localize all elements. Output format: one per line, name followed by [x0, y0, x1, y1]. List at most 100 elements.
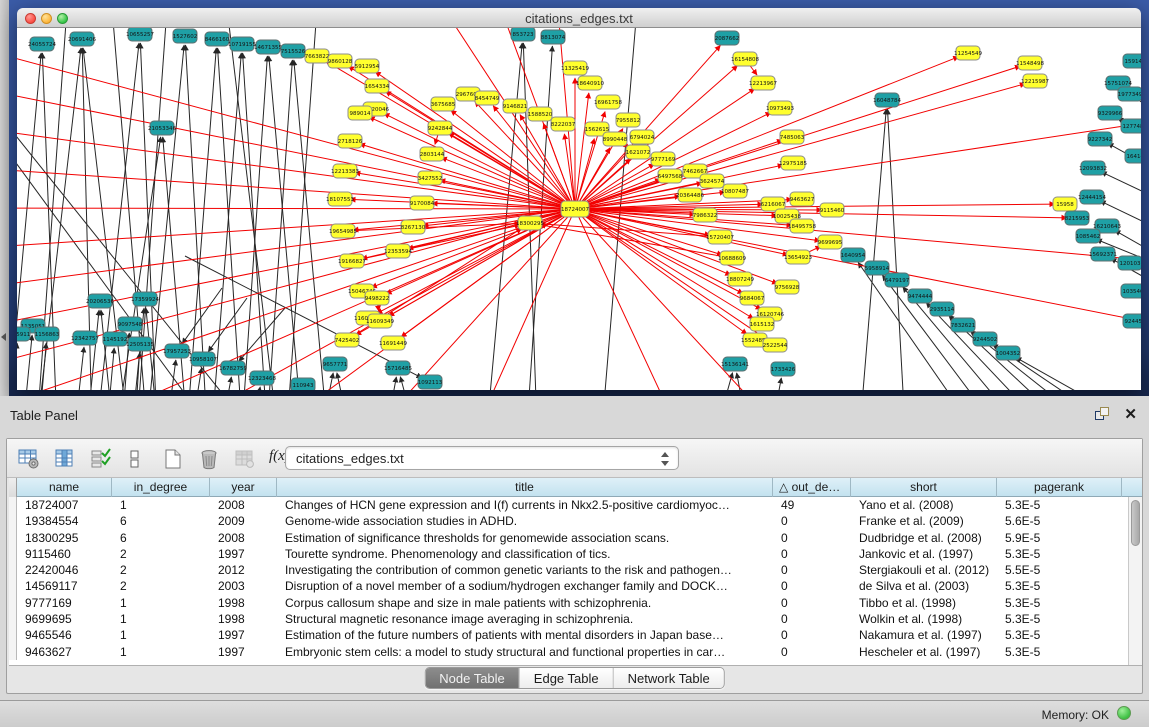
graph-node[interactable]: 7425402	[335, 333, 360, 347]
graph-node[interactable]: 110943	[291, 378, 315, 390]
graph-node[interactable]: 9329966	[1098, 106, 1123, 120]
graph-node[interactable]: 9242844	[428, 121, 453, 135]
graph-node[interactable]: 9699695	[818, 235, 843, 249]
graph-node[interactable]: 12975185	[779, 156, 807, 170]
graph-node[interactable]: 12353594	[384, 244, 412, 258]
table-row[interactable]: 1456911722003Disruption of a novel membe…	[9, 578, 1142, 594]
graph-node[interactable]: 853723	[511, 28, 535, 41]
graph-node[interactable]: 120103	[1118, 256, 1141, 270]
graph-node[interactable]: 15720407	[706, 230, 734, 244]
graph-node[interactable]: 11254549	[954, 46, 982, 60]
graph-node[interactable]: 8990448	[603, 132, 628, 146]
graph-node[interactable]: 8466160	[205, 32, 230, 46]
graph-node[interactable]: 159146	[1123, 54, 1141, 68]
graph-node[interactable]: 24055724	[28, 37, 56, 51]
graph-node[interactable]: 7663822	[305, 49, 330, 63]
graph-node[interactable]: 12323468	[248, 371, 276, 385]
graph-node[interactable]: 9777169	[651, 152, 676, 166]
graph-node[interactable]: 1156863	[35, 327, 60, 341]
graph-node[interactable]: 9146821	[503, 99, 528, 113]
graph-node[interactable]: 10719155	[228, 37, 256, 51]
graph-node[interactable]: 127748	[1121, 119, 1141, 133]
graph-node[interactable]: 9097548	[118, 317, 143, 331]
graph-node[interactable]: 19166827	[338, 254, 366, 268]
table-settings-icon[interactable]	[15, 445, 43, 473]
graph-node[interactable]: 2803144	[420, 147, 445, 161]
graph-node[interactable]: 16782759	[219, 361, 247, 375]
float-window-icon[interactable]	[1095, 407, 1111, 422]
graph-node[interactable]: 18107553	[326, 192, 354, 206]
table-row[interactable]: 911546021997Tourette syndrome. Phenomeno…	[9, 546, 1142, 562]
graph-node[interactable]: 10958107	[189, 352, 217, 366]
new-table-icon[interactable]	[159, 445, 187, 473]
graph-node[interactable]: 9684067	[740, 291, 765, 305]
graph-node[interactable]: 1977349	[1118, 87, 1141, 101]
tab-network-table[interactable]: Network Table	[614, 668, 724, 689]
graph-node[interactable]: 14671355	[254, 40, 282, 54]
graph-node[interactable]: 1085462	[1076, 229, 1101, 243]
graph-node[interactable]: 8813074	[541, 30, 566, 44]
graph-node[interactable]: 7485063	[780, 130, 805, 144]
graph-node[interactable]: 9227342	[1088, 132, 1113, 146]
column-header-in_degree[interactable]: in_degree	[112, 478, 210, 497]
vertical-scrollbar[interactable]	[1128, 497, 1142, 666]
graph-node[interactable]: 3427552	[418, 171, 443, 185]
graph-node[interactable]: 9498222	[365, 291, 390, 305]
graph-node[interactable]: 9657771	[323, 357, 348, 371]
column-header-out_de[interactable]: △ out_de…	[773, 478, 851, 497]
graph-node[interactable]: 9474444	[908, 289, 933, 303]
graph-node[interactable]: 1145192	[103, 332, 128, 346]
graph-node[interactable]: 10973493	[766, 101, 794, 115]
scrollbar-thumb[interactable]	[1131, 500, 1140, 546]
graph-node[interactable]: 12215987	[1021, 74, 1049, 88]
graph-node[interactable]: 1621072	[626, 145, 651, 159]
graph-node[interactable]: 12342757	[71, 331, 99, 345]
graph-node[interactable]: 15136141	[721, 357, 749, 371]
graph-node[interactable]: 9244502	[973, 332, 998, 346]
graph-node[interactable]: 164146	[1125, 149, 1141, 163]
import-table-icon[interactable]	[231, 445, 259, 473]
graph-node[interactable]: 16048784	[873, 93, 901, 107]
graph-node[interactable]: 20364486	[676, 188, 704, 202]
graph-node[interactable]: 2935114	[930, 302, 955, 316]
graph-node[interactable]: 924451	[1123, 314, 1141, 328]
graph-node[interactable]: 15716485	[384, 361, 412, 375]
graph-node[interactable]: 8222037	[551, 117, 576, 131]
column-header-short[interactable]: short	[851, 478, 997, 497]
graph-node[interactable]: 6497568	[658, 169, 683, 183]
graph-node[interactable]: 12213383	[331, 164, 359, 178]
graph-node[interactable]: 3624574	[700, 174, 725, 188]
graph-node[interactable]: 3915911	[17, 327, 30, 341]
graph-node[interactable]: 20691406	[68, 32, 96, 46]
graph-node[interactable]: 1654334	[365, 79, 390, 93]
graph-node[interactable]: 5912954	[355, 59, 380, 73]
graph-node[interactable]: 10688609	[718, 251, 746, 265]
graph-node[interactable]: 17359924	[131, 292, 159, 306]
table-row[interactable]: 969969511998Structural magnetic resonanc…	[9, 611, 1142, 627]
graph-node[interactable]: 1615132	[750, 317, 775, 331]
graph-node[interactable]: 12093832	[1079, 161, 1107, 175]
graph-node[interactable]: 1588520	[528, 107, 553, 121]
close-icon[interactable]: ✕	[1124, 405, 1137, 423]
graph-node[interactable]: 2087662	[715, 31, 740, 45]
graph-node[interactable]: 18807249	[726, 272, 754, 286]
graph-node[interactable]: 2522544	[763, 338, 788, 352]
panel-collapse-arrow-icon[interactable]	[1, 333, 6, 341]
graph-node[interactable]: 9463627	[790, 192, 815, 206]
graph-node[interactable]: 989014	[348, 106, 372, 120]
graph-node[interactable]: 10655257	[126, 28, 154, 41]
graph-node[interactable]: 12505135	[126, 337, 154, 351]
tab-node-table[interactable]: Node Table	[425, 668, 520, 689]
graph-node[interactable]: 12444154	[1078, 190, 1106, 204]
graph-node[interactable]: 18640910	[576, 76, 604, 90]
graph-node[interactable]: 11691449	[379, 336, 407, 350]
table-column-icon[interactable]	[51, 445, 79, 473]
graph-node[interactable]: 9756928	[775, 280, 800, 294]
column-header-year[interactable]: year	[210, 478, 277, 497]
graph-node[interactable]: 15958	[1053, 197, 1077, 211]
graph-node[interactable]: 8267130	[401, 220, 426, 234]
graph-node[interactable]: 10807487	[721, 184, 749, 198]
graph-node[interactable]: 9860128	[328, 54, 353, 68]
column-header-title[interactable]: title	[277, 478, 773, 497]
graph-node[interactable]: 11548498	[1016, 56, 1044, 70]
